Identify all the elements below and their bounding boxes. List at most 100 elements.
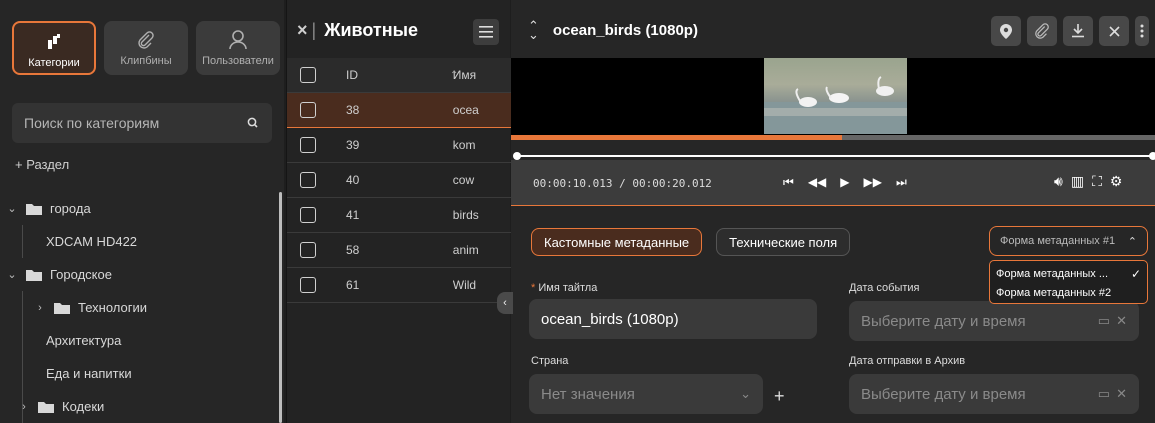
table-row[interactable]: 38 ocea — [287, 93, 511, 128]
row-checkbox[interactable] — [300, 277, 316, 293]
tree-item-label: Архитектура — [46, 333, 122, 348]
table-row[interactable]: 39 kom — [287, 128, 511, 163]
hamburger-menu-icon[interactable] — [473, 19, 499, 45]
country-select[interactable]: Нет значения ⌄ — [529, 374, 763, 414]
asset-detail-panel: ⌃ ⌄ ocean_birds (1080p) 00:00:10.013 / 0… — [511, 0, 1155, 423]
scrubber-start-handle[interactable] — [513, 152, 521, 160]
close-icon[interactable] — [1099, 16, 1129, 46]
cell-name: ocea — [452, 103, 479, 117]
filmstrip-icon[interactable]: ▥ — [1071, 173, 1084, 190]
tree-item-tehnologii[interactable]: › Технологии — [0, 291, 280, 324]
tree-item-gorodskoe[interactable]: ⌄ Городское — [0, 258, 280, 291]
player-controls: 00:00:10.013 / 00:00:20.012 ⏮ ◀◀ ▶ ▶▶ ⏭ … — [511, 160, 1155, 206]
scrubber-end-handle[interactable] — [1149, 152, 1155, 160]
play-icon[interactable]: ▶ — [840, 175, 849, 190]
clear-icon[interactable]: ✕ — [1116, 313, 1127, 329]
add-section-button[interactable]: + Раздел — [15, 157, 69, 172]
tab-label: Пользователи — [202, 55, 274, 67]
fullscreen-icon[interactable]: ⛶ — [1092, 173, 1102, 190]
tree-item-label: города — [50, 201, 91, 216]
search-input[interactable] — [24, 115, 246, 131]
checkmark-icon: ✓ — [1130, 266, 1141, 281]
row-checkbox[interactable] — [300, 102, 316, 118]
title-field-label: * Имя тайтла — [531, 282, 597, 294]
user-icon — [229, 29, 247, 51]
table-row[interactable]: 58 anim — [287, 233, 511, 268]
divider: | — [311, 19, 317, 40]
form-dropdown-menu: Форма метаданных ... ✓ Форма метаданных … — [989, 260, 1148, 304]
cell-name: cow — [452, 173, 475, 187]
tab-categories[interactable]: Категории — [12, 21, 96, 75]
asset-list-panel: × | Животные ID ⌃ Имя 38 ocea 39 kom 40 … — [286, 0, 511, 423]
tree-item-label: Кодеки — [62, 399, 105, 414]
column-header-name[interactable]: Имя — [453, 68, 511, 82]
label-text: Имя тайтла — [538, 282, 598, 294]
row-checkbox[interactable] — [300, 137, 316, 153]
timeline-scrubber[interactable] — [515, 155, 1155, 157]
more-vertical-icon[interactable] — [1135, 16, 1149, 46]
search-icon[interactable] — [246, 116, 260, 130]
calendar-icon[interactable]: ▭ — [1098, 313, 1110, 329]
tab-clipbins[interactable]: Клипбины — [104, 21, 188, 75]
sidebar-scrollbar[interactable] — [279, 192, 282, 423]
event-date-picker[interactable]: Выберите дату и время ▭ ✕ — [849, 301, 1139, 341]
title-input[interactable]: ocean_birds (1080p) — [529, 299, 817, 339]
close-list-icon[interactable]: × — [297, 20, 308, 41]
chevron-down-icon[interactable]: ⌄ — [6, 268, 18, 281]
metadata-form-select[interactable]: Форма метаданных #1 ⌃ — [989, 226, 1148, 256]
dropdown-option[interactable]: Форма метаданных #2 — [990, 283, 1147, 302]
tree-item-kodeki[interactable]: › Кодеки — [0, 390, 280, 423]
paperclip-icon[interactable] — [1027, 16, 1057, 46]
timecode: 00:00:10.013 / 00:00:20.012 — [533, 177, 712, 190]
table-row[interactable]: 40 cow — [287, 163, 511, 198]
tab-custom-metadata[interactable]: Кастомные метаданные — [531, 228, 703, 256]
chevron-right-icon[interactable]: › — [34, 302, 46, 314]
clear-icon[interactable]: ✕ — [1116, 386, 1127, 402]
download-icon[interactable] — [1063, 16, 1093, 46]
tree-item-eda[interactable]: Еда и напитки — [0, 357, 280, 390]
cell-id: 38 — [346, 103, 360, 117]
row-checkbox[interactable] — [300, 242, 316, 258]
list-title: Животные — [324, 19, 418, 40]
skip-start-icon[interactable]: ⏮ — [783, 175, 794, 190]
video-player[interactable] — [511, 58, 1155, 136]
chevron-down-icon[interactable]: ⌄ — [740, 386, 751, 402]
sort-asc-icon[interactable]: ⌃ — [450, 70, 458, 81]
archive-date-picker[interactable]: Выберите дату и время ▭ ✕ — [849, 374, 1139, 414]
up-down-arrows-icon[interactable]: ⌃ ⌄ — [528, 19, 539, 41]
chevron-down-icon[interactable]: ⌄ — [6, 202, 18, 215]
tab-label: Категории — [28, 57, 80, 69]
table-header: ID ⌃ Имя — [287, 58, 511, 93]
table-row[interactable]: 61 Wild — [287, 268, 511, 303]
chevron-right-icon[interactable]: › — [18, 401, 30, 413]
step-back-icon[interactable]: ◀◀ — [808, 175, 826, 190]
tree-item-label: Городское — [50, 267, 112, 282]
column-header-id[interactable]: ID — [346, 68, 453, 82]
tab-technical-fields[interactable]: Технические поля — [716, 228, 851, 256]
collapse-panel-button[interactable]: ‹ — [497, 292, 513, 314]
dropdown-option[interactable]: Форма метаданных ... ✓ — [990, 264, 1147, 283]
date-actions: ▭ ✕ — [1098, 313, 1127, 329]
settings-gear-icon[interactable]: ⚙ — [1110, 173, 1123, 190]
tree-item-goroda[interactable]: ⌄ города — [0, 192, 280, 225]
asset-table: ID ⌃ Имя 38 ocea 39 kom 40 cow 41 birds … — [287, 58, 511, 303]
skip-end-icon[interactable]: ⏭ — [896, 175, 907, 190]
row-checkbox[interactable] — [300, 207, 316, 223]
tree-item-xdcam[interactable]: XDCAM HD422 — [0, 225, 280, 258]
tree-item-arhitektura[interactable]: Архитектура — [0, 324, 280, 357]
cell-id: 58 — [346, 243, 360, 257]
table-row[interactable]: 41 birds — [287, 198, 511, 233]
tab-users[interactable]: Пользователи — [196, 21, 280, 75]
cell-id: 40 — [346, 173, 360, 187]
calendar-icon[interactable]: ▭ — [1098, 386, 1110, 402]
row-checkbox[interactable] — [300, 172, 316, 188]
cell-name: Wild — [452, 278, 477, 292]
cell-id: 61 — [346, 278, 360, 292]
add-country-button[interactable]: + — [774, 386, 785, 407]
location-pin-icon[interactable] — [991, 16, 1021, 46]
select-all-checkbox[interactable] — [300, 67, 316, 83]
volume-icon[interactable]: 🔊︎ — [1054, 173, 1063, 190]
step-forward-icon[interactable]: ▶▶ — [864, 175, 882, 190]
chevron-up-icon[interactable]: ⌃ — [1128, 235, 1137, 248]
category-tree: ⌄ города XDCAM HD422 ⌄ Городское › Техно… — [0, 192, 280, 423]
